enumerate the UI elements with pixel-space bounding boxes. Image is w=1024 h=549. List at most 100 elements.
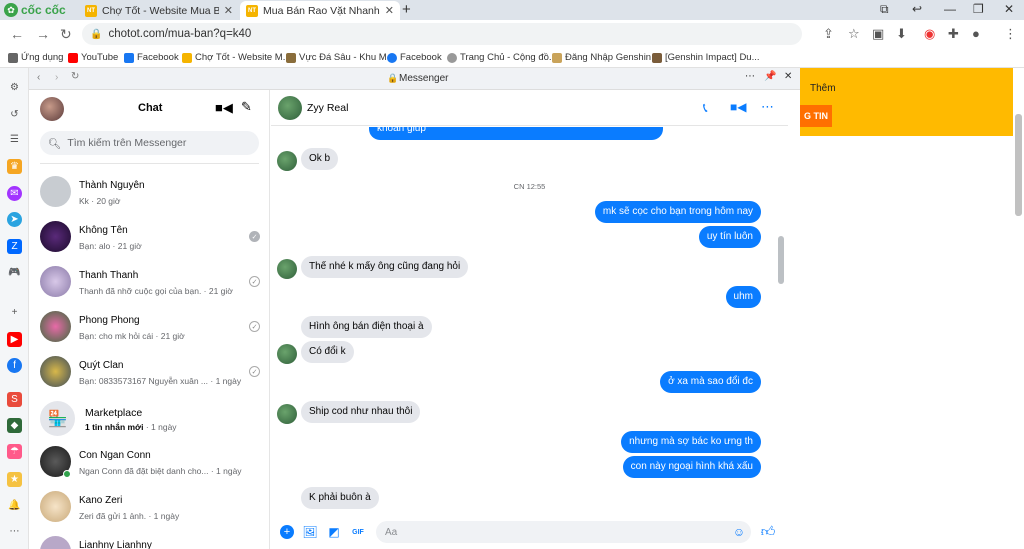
tab-muaban[interactable]: NT Mua Bán Rao Vặt Nhanh Chó ✕ <box>240 1 400 20</box>
address-bar[interactable]: 🔒 chotot.com/mua-ban?q=k40 <box>82 23 802 45</box>
chat-contact-avatar[interactable] <box>278 96 302 120</box>
contact-name: Kano Zeri <box>79 495 123 506</box>
profile-avatar[interactable]: ● <box>972 26 980 41</box>
search-input[interactable]: 🔍︎ Tìm kiếm trên Messenger <box>40 131 259 155</box>
share-icon[interactable]: ⇪ <box>823 26 834 42</box>
scrollbar-thumb[interactable] <box>778 236 784 284</box>
chotot-favicon-icon: NT <box>246 4 258 17</box>
video-call-icon[interactable]: ■◀ <box>215 100 233 116</box>
back-arrows-icon[interactable]: ↩ <box>912 2 922 16</box>
settings-icon[interactable]: ⚙ <box>7 80 22 95</box>
bookmark-facebook[interactable]: Facebook <box>124 52 179 63</box>
video-call-icon[interactable]: ■◀ <box>730 100 746 114</box>
gif-icon[interactable]: GIF <box>351 525 365 539</box>
download-icon[interactable]: ⬇ <box>896 26 907 42</box>
facebook-icon[interactable]: f <box>7 358 22 373</box>
like-icon[interactable]: 👍︎ <box>761 523 776 539</box>
chat-contact-name[interactable]: Zyy Real <box>307 102 348 114</box>
game-icon[interactable]: ◆ <box>7 418 22 433</box>
contact-name: Thành Nguyên <box>79 180 145 191</box>
new-tab-button[interactable]: + <box>402 1 411 18</box>
close-tab-icon[interactable]: ✕ <box>224 4 233 17</box>
seen-check-icon: ✓ <box>249 231 260 242</box>
tab-title: Chợ Tốt - Website Mua Bán, <box>102 4 219 17</box>
panel-close-icon[interactable]: ✕ <box>784 71 792 82</box>
reload-icon[interactable]: ↻ <box>60 26 72 43</box>
more-link[interactable]: Thêm <box>810 83 836 94</box>
umbrella-icon[interactable]: ☂ <box>7 444 22 459</box>
close-window-button[interactable]: ✕ <box>1004 2 1014 16</box>
sticker-icon[interactable]: ◩ <box>327 525 341 539</box>
forward-icon[interactable]: → <box>36 26 50 42</box>
telegram-icon[interactable]: ➤ <box>7 212 22 227</box>
user-avatar[interactable] <box>40 97 64 121</box>
messenger-icon[interactable]: ✉ <box>7 186 22 201</box>
menu-icon[interactable]: ⋮ <box>1004 26 1017 42</box>
page-scrollbar-thumb[interactable] <box>1015 114 1022 216</box>
shopee-icon[interactable]: S <box>7 392 22 407</box>
zalo-icon[interactable]: Z <box>7 239 22 254</box>
conversation-item[interactable]: Thanh Thanh Thanh đã nhỡ cuộc gọi của bạ… <box>29 261 269 306</box>
tab-chotot[interactable]: NT Chợ Tốt - Website Mua Bán, ✕ <box>79 1 239 20</box>
message-input[interactable]: Aa <box>376 521 751 543</box>
adblock-icon[interactable]: ◉ <box>924 26 935 42</box>
star-icon[interactable]: ☆ <box>848 26 860 42</box>
unread-count: 1 tin nhắn mới <box>85 422 144 432</box>
maximize-button[interactable]: ❐ <box>973 2 984 16</box>
extension-icon[interactable]: ▣ <box>872 26 884 42</box>
app-icon[interactable]: ★ <box>7 472 22 487</box>
puzzle-icon[interactable]: ✚ <box>948 26 959 42</box>
composer-placeholder: Aa <box>385 526 398 538</box>
contact-name: Lianhny Lianhny <box>79 540 152 549</box>
bookmark-chotot[interactable]: Chợ Tốt - Website M... <box>182 52 291 63</box>
download-shield-icon[interactable]: ⧉ <box>880 2 889 17</box>
bookmark-youtube[interactable]: YouTube <box>68 52 118 63</box>
emoji-icon[interactable]: ☺ <box>732 525 746 539</box>
contact-name: Marketplace <box>85 407 143 419</box>
panel-forward-icon[interactable]: › <box>55 72 58 83</box>
back-icon[interactable]: ← <box>10 26 24 42</box>
panel-more-icon[interactable]: ⋯ <box>745 71 755 82</box>
panel-back-icon[interactable]: ‹ <box>37 72 40 83</box>
conversation-item-marketplace[interactable]: 🏪 Marketplace 1 tin nhắn mới · 1 ngày <box>29 396 269 441</box>
conversation-item[interactable]: Kano Zeri Zeri đã gửi 1 ảnh. · 1 ngày <box>29 486 269 531</box>
bookmark-apps[interactable]: Ứng dụng <box>8 52 63 63</box>
photo-icon[interactable]: 🖼︎ <box>302 525 317 539</box>
gamepad-icon[interactable]: 🎮 <box>7 265 22 280</box>
crown-icon[interactable]: ♛ <box>7 159 22 174</box>
new-message-icon[interactable]: ✎ <box>241 99 252 115</box>
conversation-item[interactable]: Phong Phong Bạn: cho mk hỏi cái · 21 giờ… <box>29 306 269 351</box>
notes-icon[interactable]: ☰ <box>7 132 22 147</box>
bookmark-genshin-du[interactable]: [Genshin Impact] Du... <box>652 52 760 63</box>
chat-header: Zyy Real 📞︎ ■◀ ⋯ <box>271 90 788 126</box>
bookmark-trangchu[interactable]: Trang Chủ - Cộng đồ... <box>447 52 557 63</box>
add-icon[interactable]: + <box>7 305 22 320</box>
minimize-button[interactable]: — <box>944 2 956 16</box>
conversation-item[interactable]: Không Tên Bạn: alo · 21 giờ ✓ <box>29 216 269 261</box>
post-ad-button[interactable]: G TIN <box>800 105 832 127</box>
search-icon: 🔍︎ <box>48 137 62 150</box>
panel-reload-icon[interactable]: ↻ <box>71 71 79 82</box>
contact-avatar <box>40 491 71 522</box>
conversation-item[interactable]: Quýt Clan Bạn: 0833573167 Nguyễn xuân ..… <box>29 351 269 396</box>
pin-icon[interactable]: 📌 <box>764 71 776 82</box>
bell-icon[interactable]: 🔔 <box>7 498 22 513</box>
bookmark-genshin-login[interactable]: Đăng Nhập Genshin... <box>552 52 659 63</box>
browser-brand[interactable]: ✿ cốc cốc <box>4 2 66 18</box>
conversation-info-icon[interactable]: ⋯ <box>761 99 774 115</box>
history-icon[interactable]: ↺ <box>7 107 22 122</box>
address-toolbar: ← → ↻ 🔒 chotot.com/mua-ban?q=k40 ⇪ ☆ ▣ ⬇… <box>0 20 1024 48</box>
bookmark-facebook-2[interactable]: Facebook <box>387 52 442 63</box>
conversation-item[interactable]: Lianhny Lianhny <box>29 531 269 549</box>
bookmark-vucdasau[interactable]: Vực Đá Sâu - Khu M... <box>286 52 395 63</box>
add-attachment-icon[interactable]: + <box>280 525 294 539</box>
youtube-icon[interactable]: ▶ <box>7 332 22 347</box>
chat-scrollbar[interactable] <box>777 126 785 426</box>
phone-call-icon[interactable]: 📞︎ <box>703 100 708 116</box>
brand-label: cốc cốc <box>21 3 66 17</box>
search-placeholder: Tìm kiếm trên Messenger <box>67 137 187 149</box>
conversation-item[interactable]: Thành Nguyên Kk · 20 giờ <box>29 171 269 216</box>
close-tab-icon[interactable]: ✕ <box>385 4 394 17</box>
more-icon[interactable]: ⋯ <box>7 524 22 539</box>
conversation-item[interactable]: Con Ngan Conn Ngan Conn đã đặt biệt danh… <box>29 441 269 486</box>
